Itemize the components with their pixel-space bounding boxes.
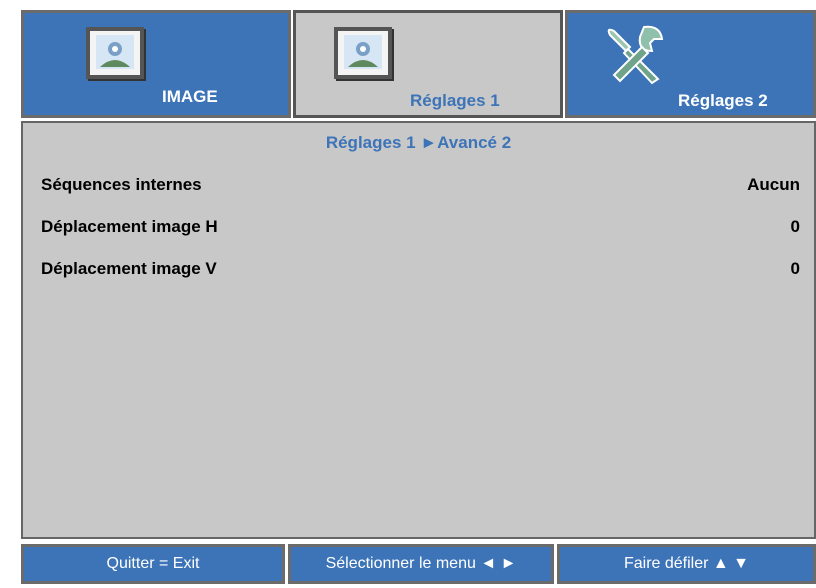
tab-reglages-2[interactable]: Réglages 2 <box>565 10 816 118</box>
setting-value: Aucun <box>747 175 800 194</box>
setting-label: Séquences internes <box>41 175 202 194</box>
setting-label: Déplacement image V <box>41 259 217 278</box>
breadcrumb: Réglages 1 ►Avancé 2 <box>325 133 512 152</box>
picture-icon <box>86 27 144 79</box>
setting-value: 0 <box>790 217 800 236</box>
picture-icon <box>334 27 392 79</box>
setting-label: Déplacement image H <box>41 217 218 236</box>
tab-image[interactable]: IMAGE <box>21 10 291 118</box>
scroll-hint: Faire défiler ▲ ▼ <box>557 544 816 584</box>
setting-value: 0 <box>790 259 800 278</box>
exit-hint: Quitter = Exit <box>21 544 285 584</box>
tab-reglages-1-label: Réglages 1 <box>410 91 500 110</box>
setting-row-sequences-internes[interactable]: Séquences internes Aucun <box>41 175 800 201</box>
setting-row-deplacement-v[interactable]: Déplacement image V 0 <box>41 259 800 285</box>
tab-reglages-2-label: Réglages 2 <box>678 91 768 110</box>
menu-tabs: IMAGE Réglages 1 Réglages 2 <box>10 10 816 118</box>
tab-reglages-1[interactable]: Réglages 1 <box>293 10 563 118</box>
setting-row-deplacement-h[interactable]: Déplacement image H 0 <box>41 217 800 243</box>
settings-panel: Réglages 1 ►Avancé 2 Séquences internes … <box>21 121 816 539</box>
tab-image-label: IMAGE <box>162 87 218 106</box>
tools-icon <box>600 21 672 90</box>
select-menu-hint: Sélectionner le menu ◄ ► <box>288 544 554 584</box>
footer-hints: Quitter = Exit Sélectionner le menu ◄ ► … <box>21 544 816 584</box>
